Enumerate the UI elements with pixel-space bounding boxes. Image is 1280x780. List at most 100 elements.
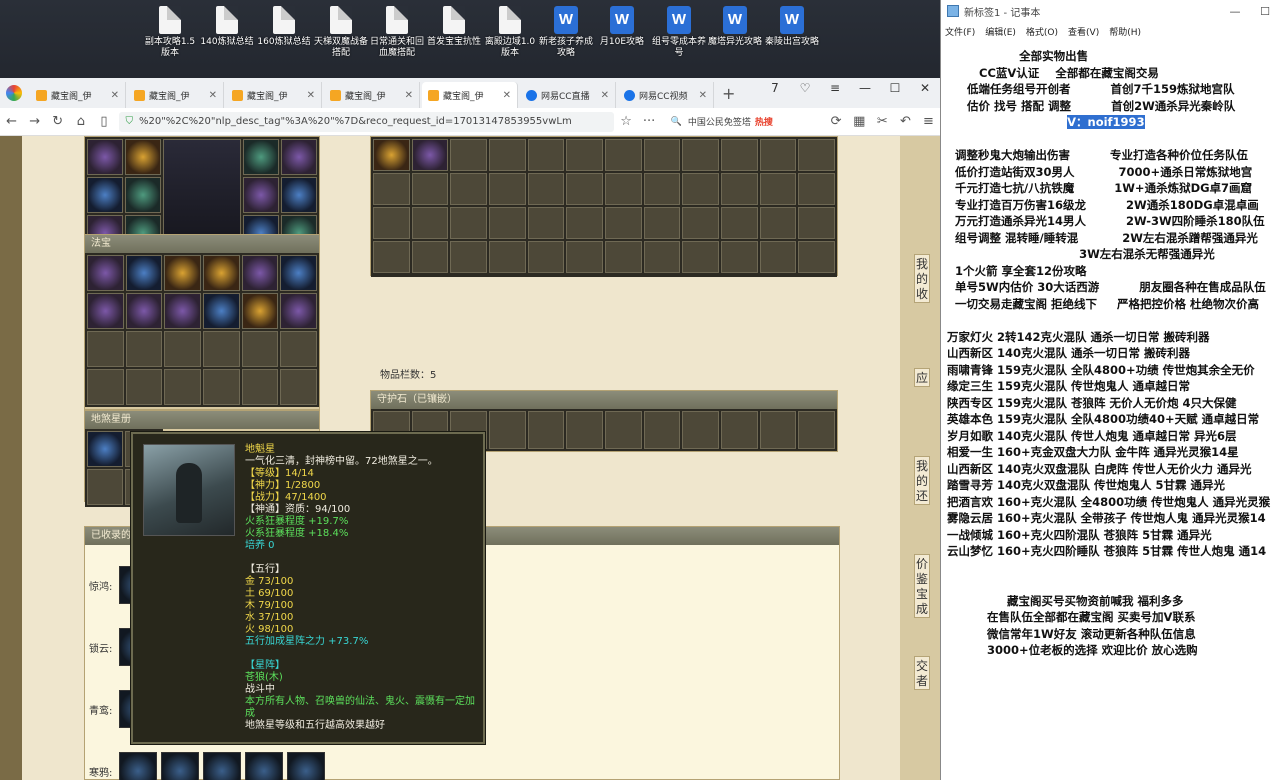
- guardstone-slot[interactable]: [643, 411, 681, 449]
- fabao-slot[interactable]: [125, 293, 163, 329]
- inventory-slot[interactable]: [721, 173, 758, 205]
- inventory-slot[interactable]: [643, 173, 681, 205]
- desktop-icon[interactable]: 140炼狱总结: [199, 4, 255, 48]
- hamburger-icon[interactable]: ≡: [917, 114, 940, 129]
- pet-thumbnail[interactable]: [119, 752, 157, 780]
- fabao-slot[interactable]: [241, 369, 279, 405]
- notepad-menu-item[interactable]: 文件(F): [945, 25, 975, 38]
- fabao-slot[interactable]: [280, 255, 317, 291]
- inventory-slot[interactable]: [527, 173, 565, 205]
- desktop-icon[interactable]: 160炼狱总结: [256, 4, 312, 48]
- fabao-slot[interactable]: [203, 331, 240, 367]
- inventory-slot[interactable]: [759, 241, 797, 273]
- inventory-slot[interactable]: [682, 207, 719, 239]
- fabao-slot[interactable]: [280, 293, 317, 329]
- desktop-icon[interactable]: W 新老孩子养成攻略: [538, 4, 594, 59]
- inventory-slot[interactable]: [643, 207, 681, 239]
- fabao-slot[interactable]: [241, 331, 279, 367]
- guardstone-slot[interactable]: [759, 411, 797, 449]
- guardstone-slot[interactable]: [721, 411, 758, 449]
- browser-logo-icon[interactable]: [0, 78, 28, 108]
- inventory-slot[interactable]: [489, 139, 526, 171]
- inventory-slot[interactable]: [411, 173, 449, 205]
- side-strip-tab[interactable]: 我的收: [914, 254, 930, 303]
- guardstone-slot[interactable]: [798, 411, 835, 449]
- browser-tab[interactable]: 网易CC视频 ✕: [618, 82, 714, 108]
- inventory-slot[interactable]: [566, 241, 603, 273]
- inventory-slot[interactable]: [450, 173, 487, 205]
- tab-close-icon[interactable]: ✕: [307, 90, 315, 101]
- tab-close-icon[interactable]: ✕: [601, 90, 609, 101]
- inventory-slot[interactable]: [527, 139, 565, 171]
- sync-icon[interactable]: ⟳: [825, 114, 848, 129]
- fabao-slot[interactable]: [241, 293, 279, 329]
- equipment-slot[interactable]: [281, 139, 317, 175]
- inventory-slot[interactable]: [411, 241, 449, 273]
- inventory-slot[interactable]: [798, 207, 835, 239]
- new-tab-button[interactable]: +: [714, 84, 743, 108]
- guardstone-slot[interactable]: [605, 411, 642, 449]
- tab-count-badge[interactable]: 7: [760, 78, 790, 100]
- inventory-slot[interactable]: [605, 139, 642, 171]
- cut-icon[interactable]: ✂: [871, 114, 894, 129]
- fabao-slot[interactable]: [125, 331, 163, 367]
- equipment-slot[interactable]: [87, 139, 123, 175]
- inventory-slot[interactable]: [798, 139, 835, 171]
- fabao-slot[interactable]: [87, 293, 124, 329]
- guardstone-slot[interactable]: [566, 411, 603, 449]
- fabao-slot[interactable]: [164, 293, 201, 329]
- inventory-slot[interactable]: [798, 241, 835, 273]
- guardstone-slot[interactable]: [682, 411, 719, 449]
- inventory-slot[interactable]: [450, 241, 487, 273]
- fabao-slot[interactable]: [87, 331, 124, 367]
- inventory-slot[interactable]: [759, 207, 797, 239]
- inventory-slot[interactable]: [566, 173, 603, 205]
- inventory-slot[interactable]: [373, 173, 410, 205]
- close-button[interactable]: ✕: [910, 78, 940, 100]
- inventory-slot[interactable]: [450, 139, 487, 171]
- inventory-slot[interactable]: [682, 241, 719, 273]
- desktop-icon[interactable]: 天梯双魔战备搭配: [313, 4, 369, 59]
- tab-close-icon[interactable]: ✕: [405, 90, 413, 101]
- undo-icon[interactable]: ↶: [894, 114, 917, 129]
- star-icon[interactable]: ☆: [614, 114, 637, 129]
- dishaxing-slot[interactable]: [87, 431, 123, 467]
- fabao-slot[interactable]: [203, 293, 240, 329]
- browser-tab[interactable]: 藏宝阁_伊 ✕: [30, 82, 126, 108]
- desktop-icon[interactable]: W 组号零成本养号: [651, 4, 707, 59]
- inventory-slot[interactable]: [759, 173, 797, 205]
- notepad-menu-item[interactable]: 编辑(E): [985, 25, 1016, 38]
- fabao-slot[interactable]: [203, 369, 240, 405]
- fabao-slot[interactable]: [241, 255, 279, 291]
- inventory-slot[interactable]: [721, 139, 758, 171]
- guardstone-slot[interactable]: [489, 411, 526, 449]
- desktop-icon[interactable]: 首发宝宝抗性: [426, 4, 482, 48]
- inventory-slot[interactable]: [682, 173, 719, 205]
- menu-icon[interactable]: ≡: [820, 78, 850, 100]
- notepad-text-area[interactable]: 全部实物出售 CC蓝V认证 全部都在藏宝阁交易 低端任务组号开创者 首创7千15…: [947, 48, 1275, 776]
- notepad-minimize-button[interactable]: —: [1220, 5, 1250, 18]
- equipment-slot[interactable]: [243, 177, 279, 213]
- pet-thumbnail[interactable]: [161, 752, 199, 780]
- desktop-icon[interactable]: 日常通关和回血魔搭配: [369, 4, 425, 59]
- pet-thumbnail[interactable]: [245, 752, 283, 780]
- inventory-slot[interactable]: [411, 139, 449, 171]
- notepad-menu-item[interactable]: 格式(O): [1026, 25, 1058, 38]
- desktop-icon[interactable]: 离殿边域1.0版本: [482, 4, 538, 59]
- equipment-slot[interactable]: [125, 177, 161, 213]
- inventory-slot[interactable]: [721, 241, 758, 273]
- inventory-slot[interactable]: [605, 207, 642, 239]
- inventory-slot[interactable]: [643, 139, 681, 171]
- inventory-slot[interactable]: [527, 241, 565, 273]
- inventory-slot[interactable]: [721, 207, 758, 239]
- dishaxing-slot[interactable]: [87, 469, 123, 505]
- extension-icon[interactable]: ▦: [848, 114, 871, 129]
- fabao-slot[interactable]: [280, 369, 317, 405]
- inventory-slot[interactable]: [759, 139, 797, 171]
- inventory-slot[interactable]: [489, 207, 526, 239]
- fabao-slot[interactable]: [87, 369, 124, 405]
- inventory-slot[interactable]: [527, 207, 565, 239]
- inventory-slot[interactable]: [566, 207, 603, 239]
- side-strip-tab[interactable]: 应: [914, 368, 930, 387]
- inventory-slot[interactable]: [373, 207, 410, 239]
